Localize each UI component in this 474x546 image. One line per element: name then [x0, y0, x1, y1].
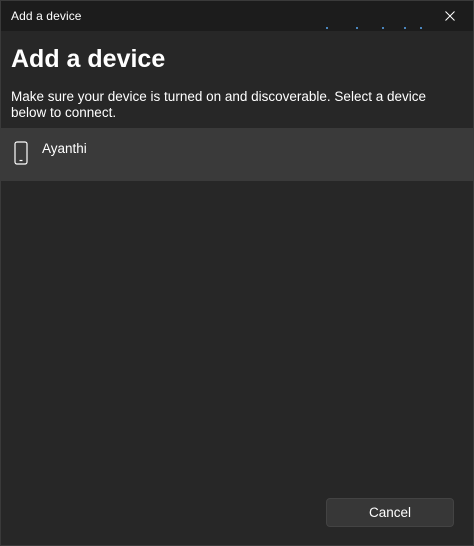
device-list-item-ayanthi[interactable]: Ayanthi	[1, 128, 473, 181]
instructions-text: Make sure your device is turned on and d…	[11, 89, 426, 120]
page-title: Add a device	[11, 45, 166, 73]
phone-icon	[14, 141, 28, 165]
add-device-dialog: Add a device Add a device Make sure your…	[0, 0, 474, 546]
cancel-button[interactable]: Cancel	[326, 498, 454, 527]
searching-progress-indicator	[1, 27, 473, 31]
close-icon	[445, 11, 455, 21]
window-title: Add a device	[11, 9, 82, 23]
title-bar: Add a device	[1, 1, 473, 31]
device-name: Ayanthi	[42, 141, 87, 156]
